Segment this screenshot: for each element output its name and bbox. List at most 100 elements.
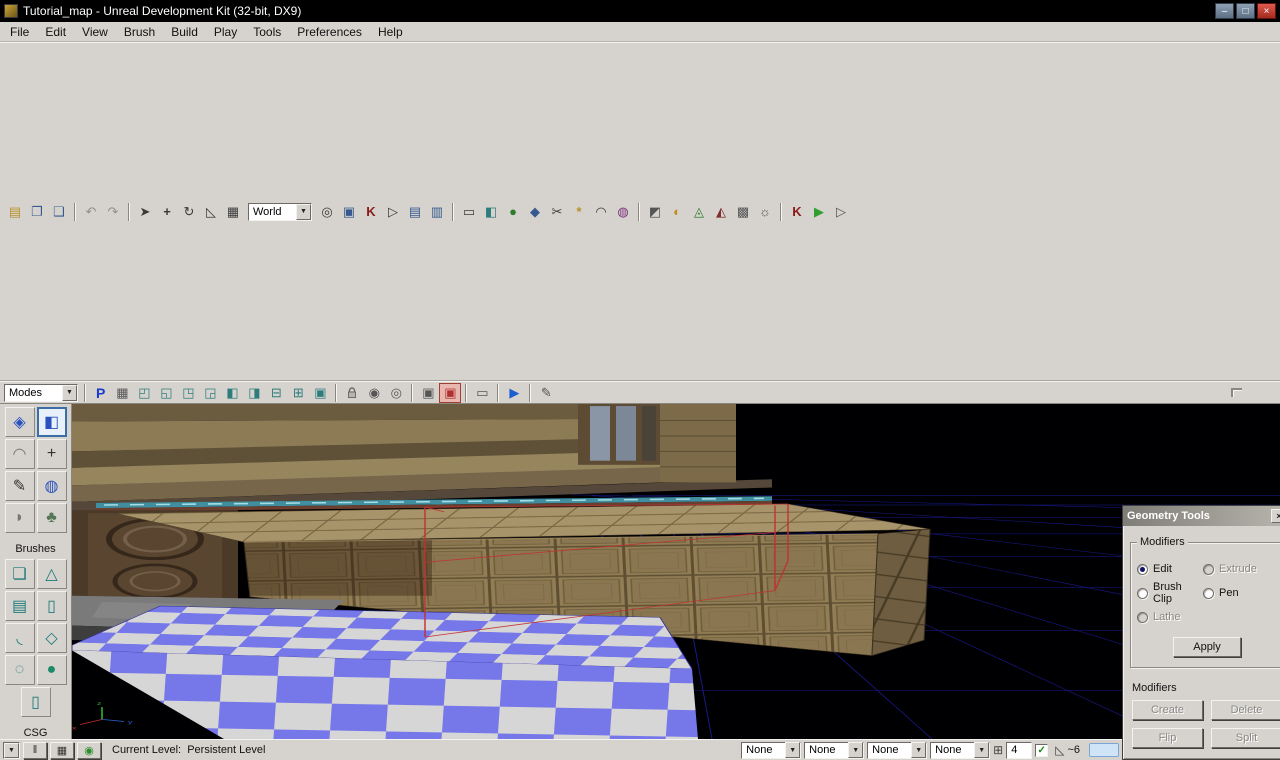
sheet-brush[interactable]: ◇ (36, 623, 67, 653)
viewport-maximize[interactable]: ▣ (309, 383, 331, 403)
statusbar-combo-1[interactable]: None ▼ (741, 741, 802, 759)
geometry-mode[interactable]: ◧ (36, 407, 67, 437)
menu-brush[interactable]: Brush (116, 23, 163, 41)
delete-button[interactable]: Delete (1211, 700, 1280, 720)
geometry-tools-titlebar[interactable]: Geometry Tools × (1123, 506, 1280, 526)
toolbar-undo[interactable]: ↶ (80, 202, 102, 222)
mesh-paint-mode[interactable]: ◍ (36, 471, 67, 501)
unlit-camera[interactable]: ▣ (417, 383, 439, 403)
menu-tools[interactable]: Tools (245, 23, 289, 41)
realtime-camera[interactable]: ▣ (439, 382, 462, 403)
staircase-brush[interactable]: ▤ (4, 591, 35, 621)
geometry-edit-mode[interactable]: ✎ (4, 471, 35, 501)
minimize-button[interactable]: – (1215, 3, 1234, 19)
viewport-split-quad[interactable]: ⊞ (287, 383, 309, 403)
menu-build[interactable]: Build (163, 23, 206, 41)
build-paths[interactable]: ◬ (688, 202, 710, 222)
lens-flare-mode[interactable]: ◗ (4, 503, 35, 533)
build-lighting[interactable]: ◐ (666, 202, 688, 222)
volumetric-brush[interactable]: ▯ (20, 687, 51, 717)
texture-paint-brush[interactable]: ✎ (535, 383, 557, 403)
viewport-top[interactable]: ◰ (133, 383, 155, 403)
toolbar-save[interactable]: ❐ (26, 202, 48, 222)
play-in-viewport[interactable]: ▶ (503, 383, 525, 403)
toolbar-matinee[interactable]: ▷ (382, 202, 404, 222)
build-all[interactable]: ▩ (732, 202, 754, 222)
build-cover-nodes[interactable]: ◭ (710, 202, 732, 222)
show-flags[interactable]: ◉ (363, 383, 385, 403)
lock-viewport-button[interactable] (341, 383, 363, 403)
toolbar-float-handle[interactable] (1231, 388, 1242, 397)
menu-view[interactable]: View (74, 23, 116, 41)
toolbar-snap-grid[interactable]: ▦ (222, 202, 244, 222)
modes-dropdown[interactable]: Modes ▼ (4, 383, 78, 402)
viewport-front[interactable]: ◱ (155, 383, 177, 403)
toolbar-fullscreen[interactable]: ▭ (458, 202, 480, 222)
radio-brush-clip[interactable]: Brush Clip (1137, 581, 1203, 605)
toolbar-play-in-editor[interactable]: ▶ (808, 202, 830, 222)
toolbar-redo[interactable]: ↷ (102, 202, 124, 222)
world-dropdown[interactable]: World ▼ (248, 202, 312, 221)
maximize-button[interactable]: □ (1236, 3, 1255, 19)
toolbar-select[interactable]: ➤ (134, 202, 156, 222)
viewport-split-left[interactable]: ◧ (221, 383, 243, 403)
menu-edit[interactable]: Edit (37, 23, 74, 41)
menu-play[interactable]: Play (206, 23, 245, 41)
radio-lathe[interactable]: Lathe (1137, 605, 1203, 629)
cone-brush[interactable]: △ (36, 559, 67, 589)
toolbar-terrain-edit[interactable]: ◠ (590, 202, 612, 222)
toolbar-layers[interactable]: ▤ (404, 202, 426, 222)
create-button[interactable]: Create (1132, 700, 1203, 720)
cube-brush[interactable]: ❏ (4, 559, 35, 589)
flip-button[interactable]: Flip (1132, 728, 1203, 748)
close-button[interactable]: × (1257, 3, 1276, 19)
toolbar-content-browser[interactable]: ▣ (338, 202, 360, 222)
grid-snap-checkbox[interactable]: ✓ (1035, 743, 1049, 757)
menu-file[interactable]: File (2, 23, 37, 41)
build-geometry[interactable]: ◩ (644, 202, 666, 222)
toolbar-translate[interactable]: + (156, 202, 178, 222)
texture-align-mode[interactable]: + (36, 439, 67, 469)
build-settings[interactable]: ☼ (754, 202, 776, 222)
toolbar-brush-poly[interactable]: ◆ (524, 202, 546, 222)
statusbar-toggle-drag-grid[interactable]: ‖ (23, 741, 47, 759)
split-button[interactable]: Split (1211, 728, 1280, 748)
statusbar-combo-2[interactable]: None ▼ (804, 741, 865, 759)
brush-wireframe-toggle[interactable]: ▭ (471, 383, 493, 403)
cylinder-brush[interactable]: ▯ (36, 591, 67, 621)
menu-help[interactable]: Help (370, 23, 411, 41)
game-view[interactable]: ◎ (385, 383, 407, 403)
viewport-split-horizontal[interactable]: ⊟ (265, 383, 287, 403)
camera-mode[interactable]: ◈ (4, 407, 35, 437)
spiral-stair-brush[interactable]: ◌ (4, 655, 35, 685)
viewport-split-right[interactable]: ◨ (243, 383, 265, 403)
statusbar-combo-4[interactable]: None ▼ (930, 741, 991, 759)
grid-size-field[interactable]: 4 (1006, 741, 1033, 759)
foliage-mode[interactable]: ♣ (36, 503, 67, 533)
toolbar-save-all[interactable]: ❑ (48, 202, 70, 222)
toolbar-open[interactable]: ▤ (4, 202, 26, 222)
toolbar-rotate[interactable]: ↻ (178, 202, 200, 222)
statusbar-dropdown[interactable]: ▼ (3, 741, 20, 759)
toolbar-scene-manager[interactable]: ▥ (426, 202, 448, 222)
viewport-side[interactable]: ◳ (177, 383, 199, 403)
apply-button[interactable]: Apply (1173, 637, 1241, 657)
toolbar-emissive[interactable]: ◍ (612, 202, 634, 222)
curved-stair-brush[interactable]: ◟ (4, 623, 35, 653)
radio-pen[interactable]: Pen (1203, 581, 1277, 605)
close-icon[interactable]: × (1271, 509, 1280, 523)
radio-edit[interactable]: Edit (1137, 557, 1203, 581)
toolbar-cut-tool[interactable]: ✂ (546, 202, 568, 222)
toolbar-kismet[interactable]: K (360, 202, 382, 222)
terrain-mode[interactable]: ◠ (4, 439, 35, 469)
toolbar-cubemap[interactable]: ◧ (480, 202, 502, 222)
toolbar-search[interactable]: ◎ (316, 202, 338, 222)
toolbar-scale[interactable]: ◺ (200, 202, 222, 222)
toolbar-particles[interactable]: * (568, 202, 590, 222)
statusbar-combo-3[interactable]: None ▼ (867, 741, 928, 759)
sphere-brush[interactable]: ● (36, 655, 67, 685)
statusbar-toggle-rotation-grid[interactable]: ▦ (50, 741, 74, 759)
menu-preferences[interactable]: Preferences (289, 23, 370, 41)
radio-extrude[interactable]: Extrude (1203, 557, 1277, 581)
toolbar-sphere-reflection[interactable]: ● (502, 202, 524, 222)
